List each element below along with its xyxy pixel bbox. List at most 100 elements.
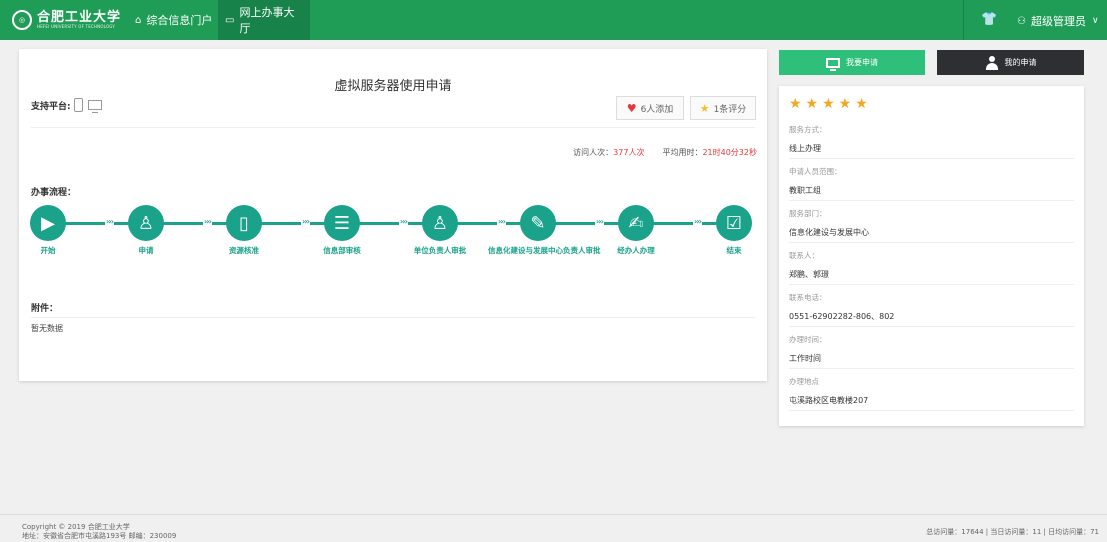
flow-arrow: ›››	[693, 217, 702, 226]
logo-text: 合肥工业大学	[37, 10, 122, 25]
play-icon: ▶	[30, 205, 66, 241]
divider	[31, 127, 755, 128]
user-icon: ♙	[128, 205, 164, 241]
flow-arrow: ›››	[105, 217, 114, 226]
flow-step-unit-approval: ♙ 单位负责人审批	[390, 205, 490, 256]
field-key: 申请人员范围：	[789, 167, 842, 176]
heart-icon: ♥	[626, 101, 637, 115]
step-label: 信息化建设与发展中心负责人审批	[488, 246, 601, 255]
field-key: 服务部门：	[789, 209, 827, 218]
avg-time-value: 21时40分32秒	[702, 148, 757, 157]
edit-icon: ✍	[618, 205, 654, 241]
person-edit-icon: ✎	[520, 205, 556, 241]
divider	[31, 317, 755, 318]
rating-stars: ★★★★★	[789, 96, 872, 112]
address-text: 地址：安徽省合肥市屯溪路193号 邮编：230009	[22, 532, 177, 540]
rate-count: 1条评分	[713, 104, 747, 115]
device-icon: ▯	[226, 205, 262, 241]
field-key: 联系电话：	[789, 293, 827, 302]
monitor-icon: ▭	[225, 14, 235, 26]
add-favorite-button[interactable]: ♥ 6人添加	[616, 96, 684, 120]
platform-label: 支持平台:	[31, 101, 71, 112]
field-value: 信息化建设与发展中心	[789, 227, 1074, 243]
attachment-label: 附件：	[31, 304, 59, 314]
field-office-hours: 办理时间： 工作时间	[789, 334, 1074, 369]
visits-value: 377人次	[613, 148, 645, 157]
avg-time-label: 平均用时：	[662, 148, 703, 157]
field-location: 办理地点 屯溪路校区电教楼207	[789, 376, 1074, 411]
flow-step-end: ☑ 结束	[684, 205, 784, 256]
field-applicant-scope: 申请人员范围： 教职工组	[789, 166, 1074, 201]
user-icon: ⚇	[1017, 15, 1026, 27]
field-key: 联系人：	[789, 251, 819, 260]
top-bar: ◎ 合肥工业大学 HEFEI UNIVERSITY OF TECHNOLOGY …	[0, 0, 1107, 40]
university-logo[interactable]: ◎ 合肥工业大学 HEFEI UNIVERSITY OF TECHNOLOGY	[12, 9, 121, 31]
field-value: 0551-62902282-806、802	[789, 311, 1074, 327]
flow-arrow: ›››	[301, 217, 310, 226]
person-icon	[985, 55, 999, 70]
flow-arrow: ›››	[203, 217, 212, 226]
footer-visit-stats: 总访问量：17644 | 当日访问量：11 | 日均访问量：71	[926, 528, 1099, 536]
flow-step-center-approval: ✎ 信息化建设与发展中心负责人审批	[488, 205, 601, 256]
footer-copyright: Copyright © 2019 合肥工业大学 地址：安徽省合肥市屯溪路193号…	[22, 523, 176, 541]
desktop-icon	[87, 100, 102, 113]
field-value: 线上办理	[789, 143, 1074, 159]
visits-label: 访问人次：	[573, 148, 614, 157]
service-info-card: ★★★★★ 服务方式： 线上办理 申请人员范围： 教职工组 服务部门： 信息化建…	[779, 86, 1084, 426]
visit-stats: 访问人次：377人次 平均用时：21时40分32秒	[573, 147, 757, 158]
step-label: 资源核准	[229, 246, 259, 255]
check-icon: ☑	[716, 205, 752, 241]
rate-button[interactable]: ★ 1条评分	[690, 96, 756, 120]
step-label: 结束	[726, 246, 742, 255]
flow-step-start: ▶ 开始	[0, 205, 98, 256]
seal-icon: ◎	[12, 10, 32, 30]
star-icon: ★	[699, 101, 710, 115]
document-icon: ☰	[324, 205, 360, 241]
monitor-icon	[826, 57, 840, 71]
home-icon: ⌂	[135, 14, 142, 26]
footer: Copyright © 2019 合肥工业大学 地址：安徽省合肥市屯溪路193号…	[0, 514, 1107, 542]
add-count: 6人添加	[640, 104, 674, 115]
apply-button[interactable]: 我要申请	[779, 50, 925, 75]
flow-label: 办事流程：	[31, 188, 77, 198]
field-service-mode: 服务方式： 线上办理	[789, 124, 1074, 159]
field-key: 办理地点	[789, 377, 819, 386]
user-menu[interactable]: ⚇ 超级管理员 ∨	[1017, 13, 1099, 29]
supported-platforms: 支持平台:	[31, 98, 102, 113]
step-label: 信息部审核	[323, 246, 361, 255]
field-value: 屯溪路校区电教楼207	[789, 395, 1074, 411]
field-key: 服务方式：	[789, 125, 827, 134]
flow-step-handler: ✍ 经办人办理	[586, 205, 686, 256]
my-applications-label: 我的申请	[1004, 58, 1037, 67]
flow-arrow: ›››	[399, 217, 408, 226]
step-label: 申请	[138, 246, 154, 255]
field-phone: 联系电话： 0551-62902282-806、802	[789, 292, 1074, 327]
attachment-empty: 暂无数据	[31, 324, 63, 333]
person-icon: ♙	[422, 205, 458, 241]
my-applications-button[interactable]: 我的申请	[937, 50, 1084, 75]
step-label: 开始	[40, 246, 56, 255]
service-detail-card: 虚拟服务器使用申请 支持平台: ♥ 6人添加 ★ 1条评分 访问人次：377人次…	[19, 49, 767, 381]
nav-portal-label: 综合信息门户	[146, 14, 213, 27]
field-key: 办理时间：	[789, 335, 827, 344]
step-label: 经办人办理	[617, 246, 655, 255]
step-label: 单位负责人审批	[413, 246, 467, 255]
field-value: 工作时间	[789, 353, 1074, 369]
nav-service-hall-label: 网上办事大厅	[239, 6, 295, 35]
skin-icon[interactable]: 👕	[981, 12, 997, 27]
copyright-text: Copyright © 2019 合肥工业大学	[22, 523, 130, 531]
flow-step-info-review: ☰ 信息部审核	[292, 205, 392, 256]
apply-button-label: 我要申请	[846, 58, 878, 67]
flow-arrow: ›››	[497, 217, 506, 226]
nav-portal[interactable]: ⌂ 综合信息门户	[128, 0, 219, 40]
chevron-down-icon: ∨	[1091, 16, 1099, 26]
process-flow: ››› ››› ››› ››› ››› ››› ››› ▶ 开始 ♙ 申请 ▯ …	[30, 205, 755, 265]
user-name: 超级管理员	[1030, 15, 1086, 28]
nav-service-hall[interactable]: ▭ 网上办事大厅	[218, 0, 310, 40]
flow-arrow: ›››	[595, 217, 604, 226]
field-department: 服务部门： 信息化建设与发展中心	[789, 208, 1074, 243]
field-value: 郑鹏、郭璟	[789, 269, 1074, 285]
divider	[963, 0, 964, 40]
logo-subtext: HEFEI UNIVERSITY OF TECHNOLOGY	[37, 24, 116, 29]
page-title: 虚拟服务器使用申请	[334, 79, 452, 94]
